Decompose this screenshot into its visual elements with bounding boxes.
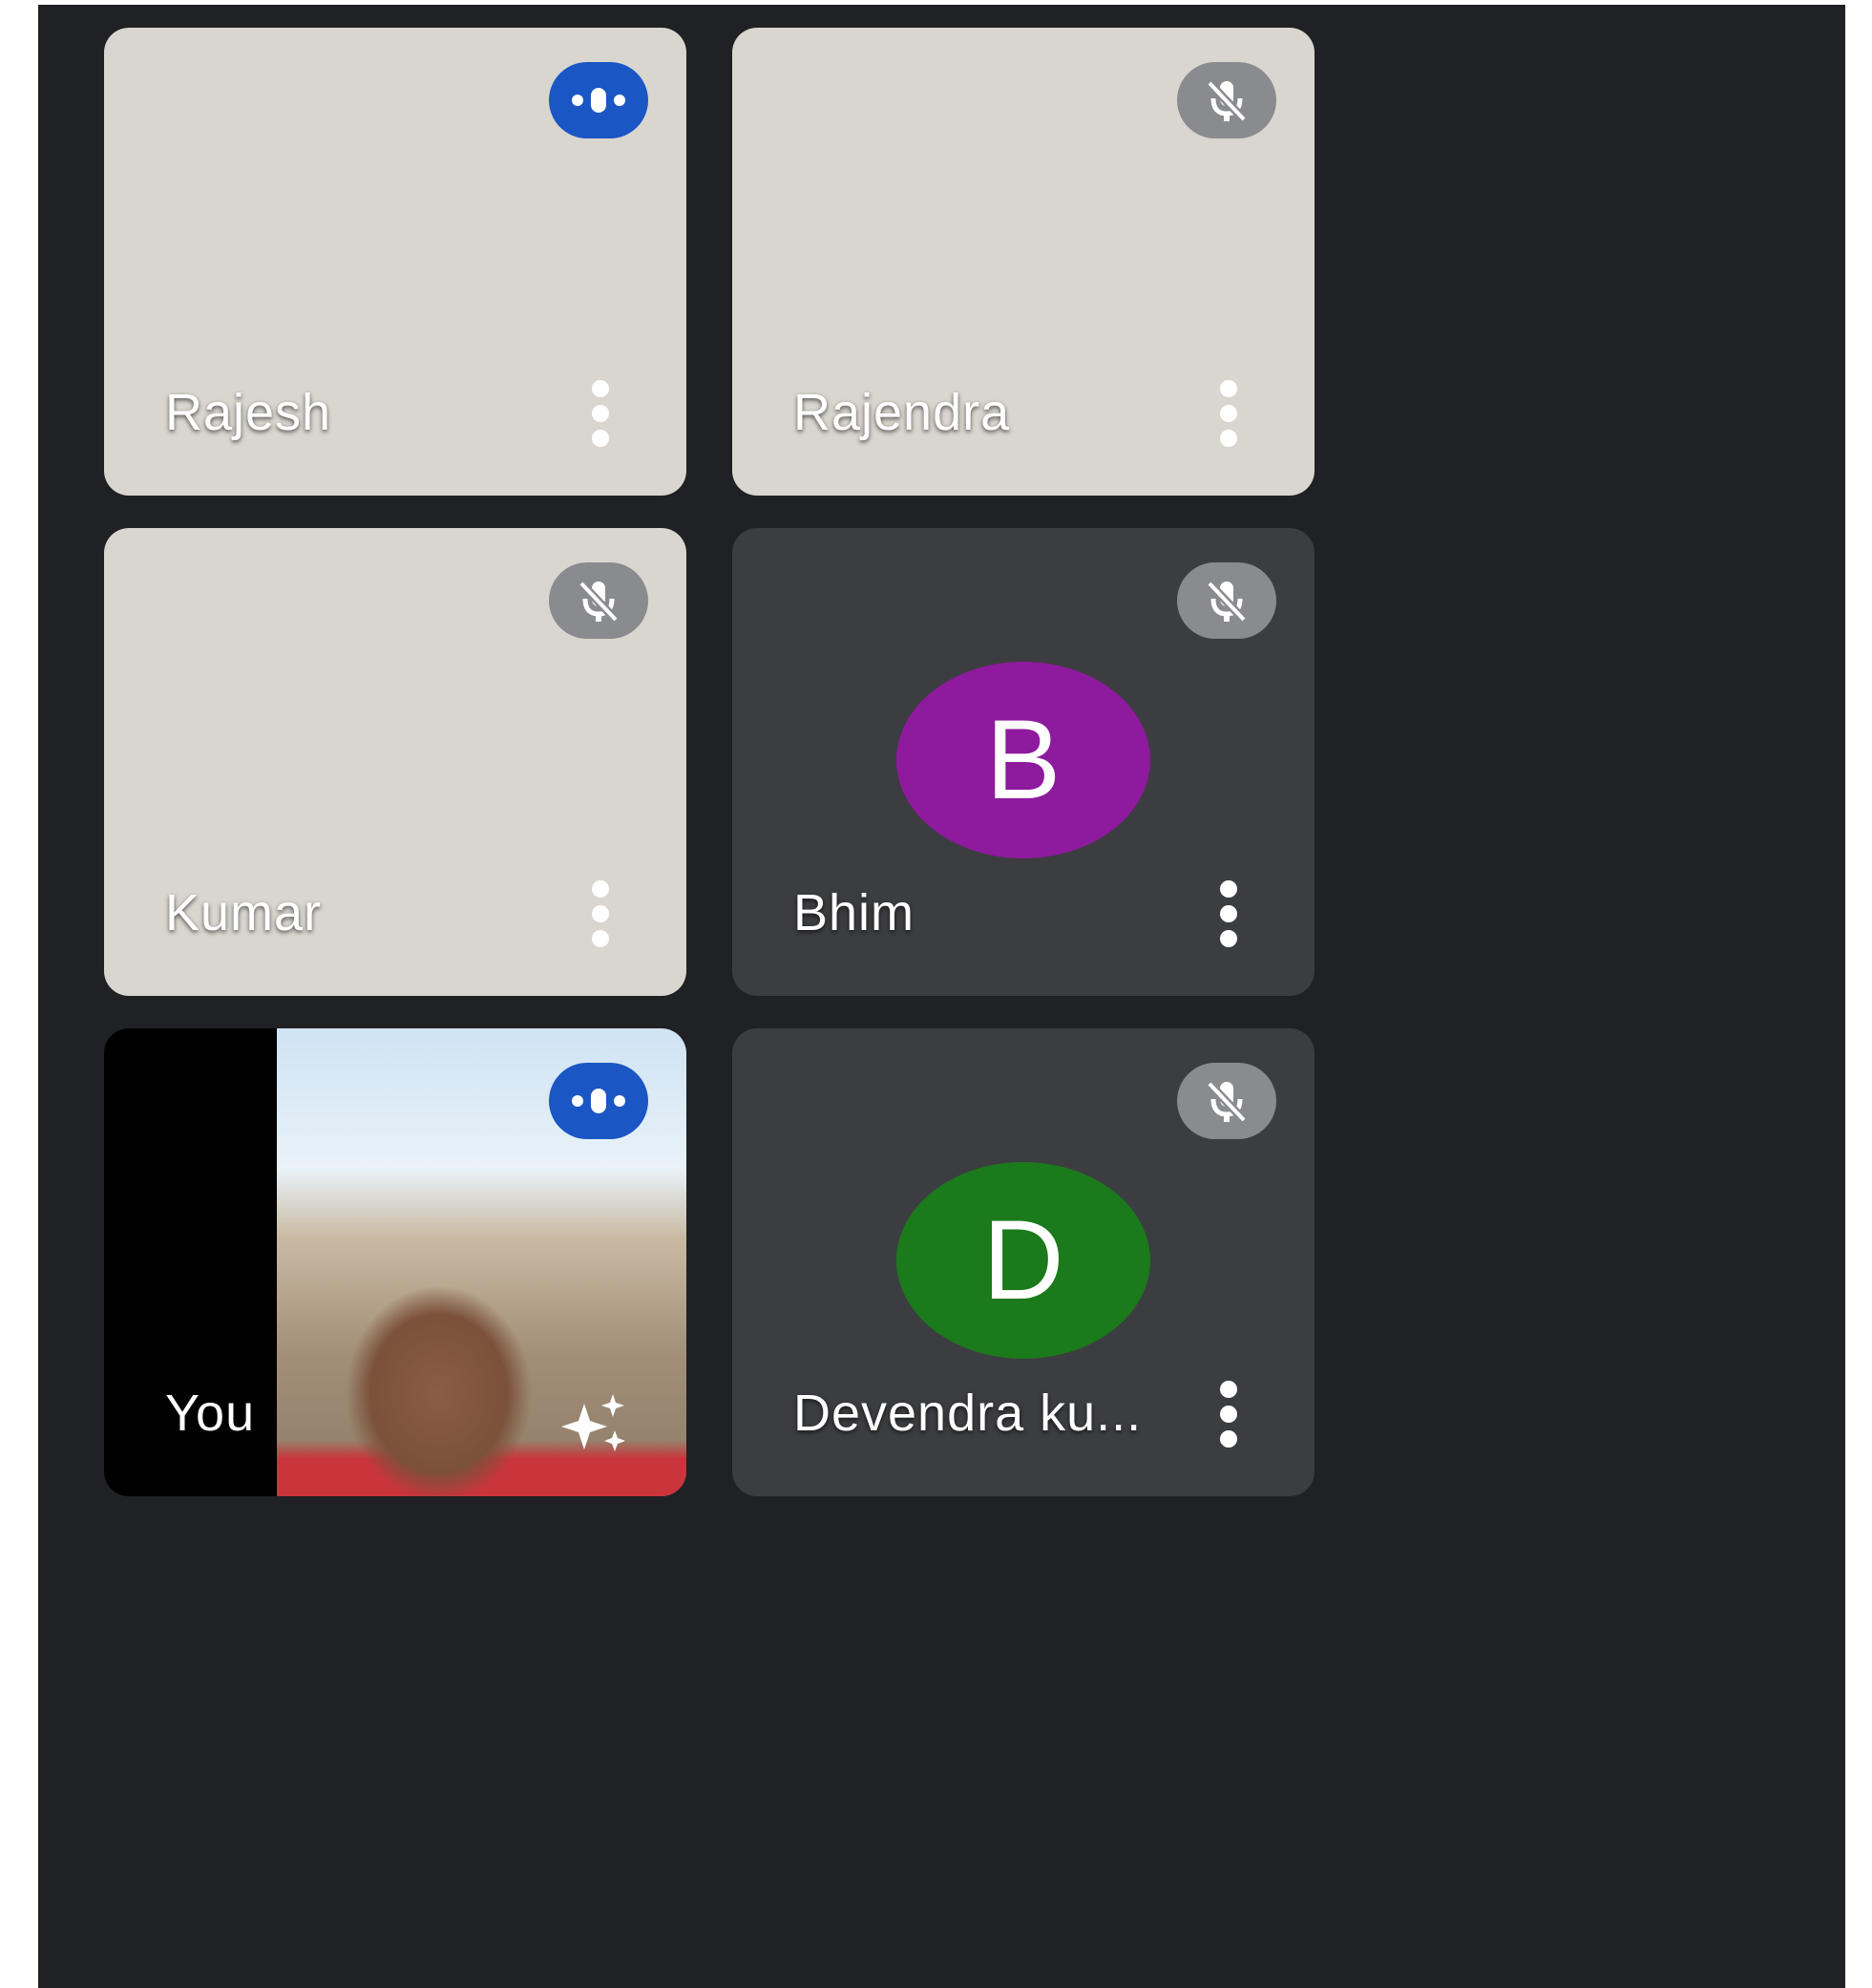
meeting-grid: Rajesh Rajendra Kumar B Bhim You D Deven… [38,5,1845,1988]
mic-off-icon [1177,562,1276,639]
participant-tile-kumar[interactable]: Kumar [104,528,686,996]
avatar: B [896,662,1150,858]
avatar: D [896,1162,1150,1359]
participant-name: Kumar [165,884,323,941]
participant-tile-rajesh[interactable]: Rajesh [104,28,686,496]
sparkle-effects-icon[interactable] [534,1372,658,1477]
participant-tile-devendra[interactable]: D Devendra ku... [732,1028,1315,1496]
more-options-icon[interactable] [581,876,620,952]
mic-off-icon [549,562,648,639]
participant-tile-rajendra[interactable]: Rajendra [732,28,1315,496]
speaking-indicator-icon [549,62,648,138]
more-options-icon[interactable] [581,375,620,452]
participant-name: Rajendra [793,384,1011,441]
speaking-indicator-icon [549,1063,648,1139]
more-options-icon[interactable] [1209,375,1248,452]
more-options-icon[interactable] [1209,1376,1248,1452]
participant-tile-you[interactable]: You [104,1028,686,1496]
participant-name: Rajesh [165,384,332,441]
participant-name: You [165,1385,256,1442]
mic-off-icon [1177,62,1276,138]
participant-name: Bhim [793,884,915,941]
more-options-icon[interactable] [1209,876,1248,952]
participant-tile-bhim[interactable]: B Bhim [732,528,1315,996]
mic-off-icon [1177,1063,1276,1139]
participant-name: Devendra ku... [793,1385,1143,1442]
